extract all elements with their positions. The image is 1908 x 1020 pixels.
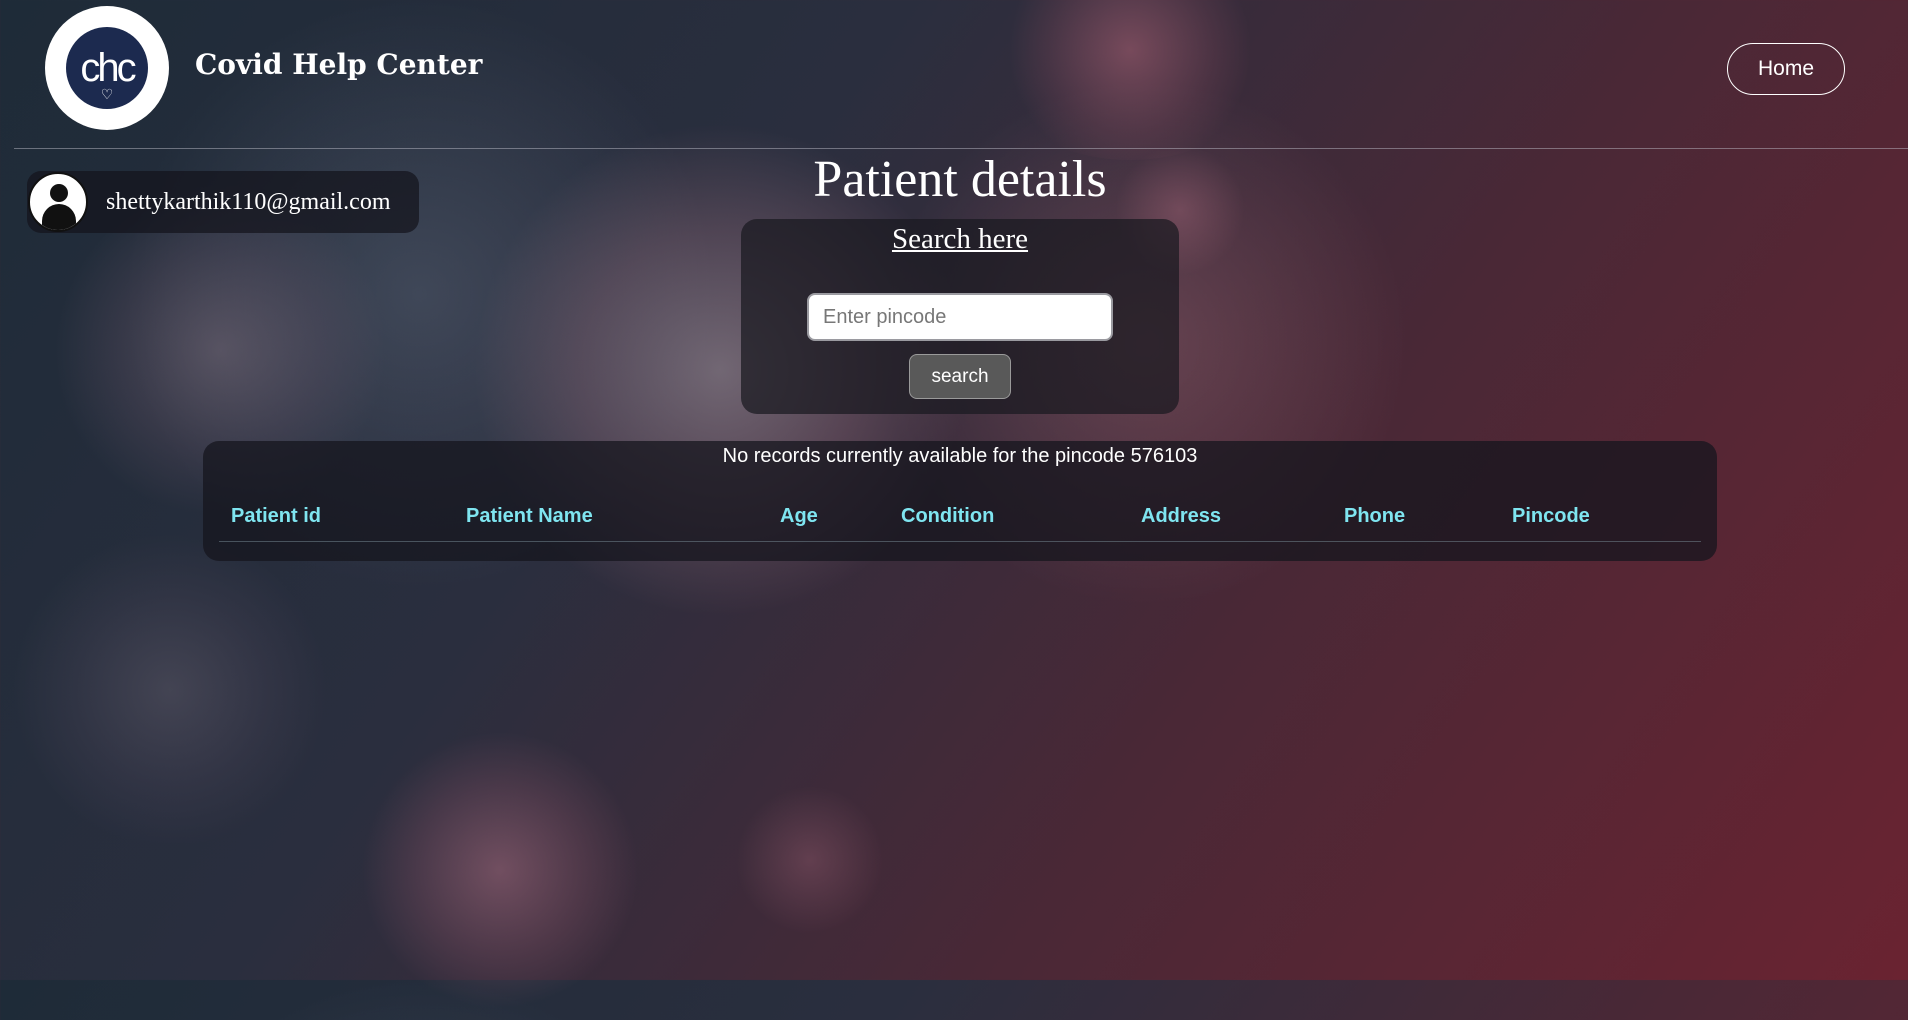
home-button[interactable]: Home [1727, 43, 1845, 95]
column-header-phone: Phone [1344, 505, 1406, 527]
user-avatar-icon [28, 172, 88, 232]
heart-hand-icon: ♡ [100, 86, 114, 102]
background-virus-graphic [730, 780, 890, 940]
brand-name: Covid Help Center [195, 48, 483, 81]
column-header-age: Age [780, 505, 818, 527]
background-virus-graphic [0, 520, 340, 860]
column-header-pincode: Pincode [1512, 505, 1590, 527]
search-heading: Search here [891, 223, 1029, 255]
header-divider [14, 148, 1908, 149]
page-title: Patient details [813, 151, 1107, 208]
brand-logo[interactable]: chc ♡ [45, 6, 169, 130]
background-virus-graphic [350, 720, 650, 1020]
logo-text: chc [80, 45, 136, 90]
results-panel: No records currently available for the p… [203, 441, 1717, 561]
table-header-row: Patient id Patient Name Age Condition Ad… [219, 501, 1701, 542]
column-header-patient-id: Patient id [231, 505, 322, 527]
column-header-address: Address [1141, 505, 1222, 527]
page-title-wrap: Patient details [741, 150, 1179, 209]
user-email: shettykarthik110@gmail.com [106, 188, 391, 215]
user-badge: shettykarthik110@gmail.com [27, 171, 419, 233]
pincode-input[interactable] [807, 293, 1113, 341]
logo-mark: chc ♡ [66, 27, 148, 109]
search-button[interactable]: search [909, 354, 1011, 399]
background-virus-graphic [980, 0, 1280, 160]
no-records-message: No records currently available for the p… [722, 445, 1198, 467]
column-header-patient-name: Patient Name [466, 505, 593, 527]
column-header-condition: Condition [901, 505, 995, 527]
search-panel: Search here search [741, 219, 1179, 414]
